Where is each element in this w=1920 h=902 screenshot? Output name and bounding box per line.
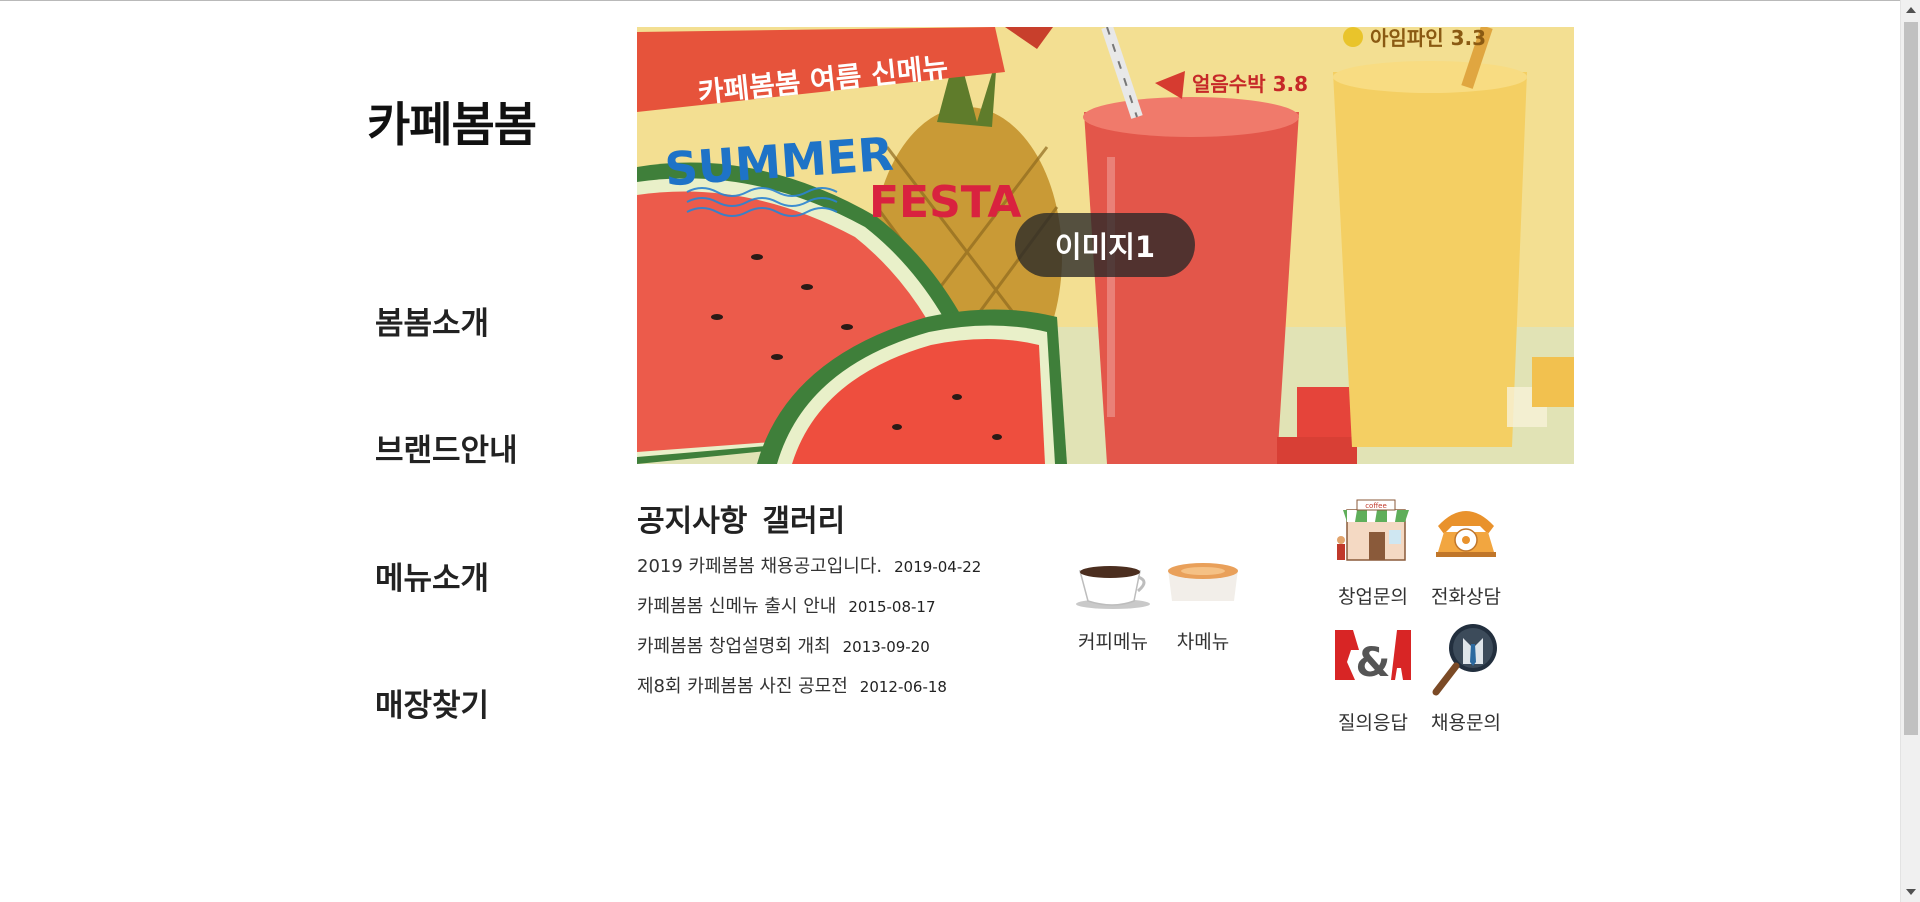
phone-consult-label: 전화상담 [1431,586,1501,608]
window-top-border [0,0,1900,1]
coffee-cup-icon [1076,566,1150,609]
svg-text:coffee: coffee [1365,502,1387,510]
festa-text: FESTA [869,177,1021,228]
nav-item-stores[interactable]: 매장찾기 [375,680,489,725]
notice-tabs: 공지사항 갤러리 [637,496,860,540]
notice-date: 2015-08-17 [848,598,936,616]
phone-consult-link[interactable]: 전화상담 [1426,496,1506,609]
vertical-scrollbar[interactable] [1900,0,1920,902]
svg-text:&: & [1356,640,1391,686]
scrollbar-thumb[interactable] [1904,22,1918,735]
watermelon-price-label: 얼음수박 3.8 [1192,72,1308,96]
telephone-icon [1436,511,1496,557]
storefront-icon: coffee [1337,499,1409,561]
notice-date: 2012-06-18 [859,678,947,696]
startup-inquiry-label: 창업문의 [1338,586,1408,608]
tea-menu-link[interactable]: 차메뉴 [1163,563,1243,654]
hero-banner[interactable]: 카페봄봄 여름 신메뉴 SUMMER FESTA 얼음수박 3.8 아임파인 3… [637,27,1574,464]
tab-gallery[interactable]: 갤러리 [762,504,845,539]
pineapple-price-label: 아임파인 3.3 [1370,27,1486,50]
notice-date: 2019-04-22 [894,558,982,576]
tea-cup-icon [1168,563,1238,601]
list-item: 2019 카페봄봄 채용공고입니다. 2019-04-22 [637,552,981,578]
hero-caption: 이미지1 [1015,213,1195,277]
startup-inquiry-link[interactable]: coffee 창업문의 [1333,496,1413,609]
recruit-inquiry-label: 채용문의 [1431,712,1501,734]
coffee-menu-label: 커피메뉴 [1078,631,1148,653]
qna-label: 질의응답 [1338,712,1408,734]
recruit-inquiry-link[interactable]: 채용문의 [1426,622,1506,735]
notice-date: 2013-09-20 [842,638,930,656]
notice-title[interactable]: 2019 카페봄봄 채용공고입니다. [637,552,882,578]
notice-title[interactable]: 카페봄봄 신메뉴 출시 안내 [637,592,836,618]
notice-title[interactable]: 카페봄봄 창업설명회 개최 [637,632,831,658]
site-logo[interactable]: 카페봄봄 [367,86,537,155]
nav-item-menu[interactable]: 메뉴소개 [375,553,489,598]
scroll-down-arrow-icon[interactable] [1901,882,1920,902]
qna-link[interactable]: & 질의응답 [1333,622,1413,735]
magnifier-person-icon [1432,624,1497,696]
tea-menu-label: 차메뉴 [1176,631,1230,653]
list-item: 카페봄봄 창업설명회 개최 2013-09-20 [637,632,930,658]
notice-title[interactable]: 제8회 카페봄봄 사진 공모전 [637,672,848,698]
tab-notice[interactable]: 공지사항 [637,504,747,539]
nav-item-brand[interactable]: 브랜드안내 [375,425,518,470]
list-item: 제8회 카페봄봄 사진 공모전 2012-06-18 [637,672,947,698]
nav-item-about[interactable]: 봄봄소개 [375,298,489,343]
scroll-up-arrow-icon[interactable] [1901,0,1920,20]
list-item: 카페봄봄 신메뉴 출시 안내 2015-08-17 [637,592,936,618]
qna-icon: & [1335,630,1411,686]
coffee-menu-link[interactable]: 커피메뉴 [1073,563,1153,654]
